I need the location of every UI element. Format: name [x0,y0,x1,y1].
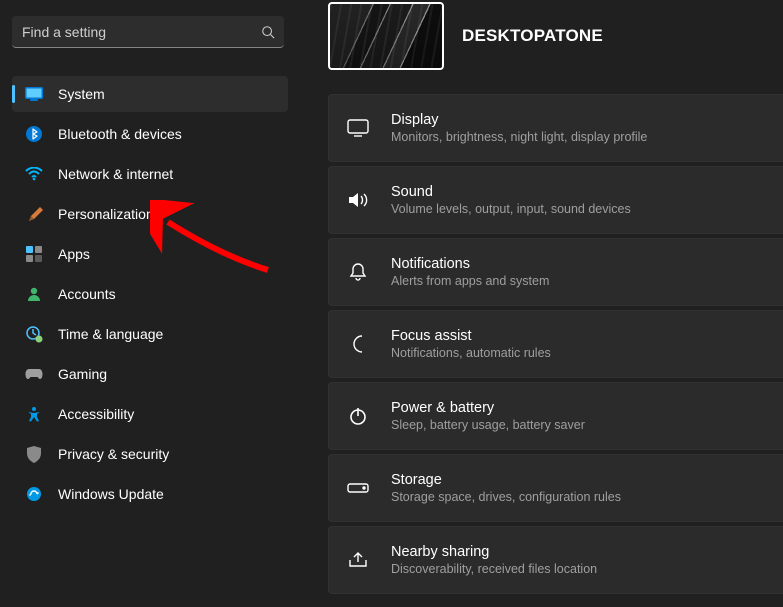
nav-label: Accessibility [58,406,134,422]
card-title: Nearby sharing [391,544,597,560]
card-texts: Notifications Alerts from apps and syste… [391,256,549,288]
wifi-icon [24,164,44,184]
sidebar: System Bluetooth & devices Network & int… [0,0,300,607]
device-name: DESKTOPATONE [462,26,603,46]
nav-label: Accounts [58,286,116,302]
bell-icon [345,259,371,285]
nav-windows-update[interactable]: Windows Update [12,476,288,512]
nav-label: Time & language [58,326,163,342]
card-texts: Nearby sharing Discoverability, received… [391,544,597,576]
apps-icon [24,244,44,264]
main-content: DESKTOPATONE Display Monitors, brightnes… [300,0,783,607]
shield-icon [24,444,44,464]
card-notifications[interactable]: Notifications Alerts from apps and syste… [328,238,783,306]
power-icon [345,403,371,429]
card-title: Storage [391,472,621,488]
nav-personalization[interactable]: Personalization [12,196,288,232]
clock-globe-icon [24,324,44,344]
card-power-battery[interactable]: Power & battery Sleep, battery usage, ba… [328,382,783,450]
card-display[interactable]: Display Monitors, brightness, night ligh… [328,94,783,162]
nav-label: Privacy & security [58,446,169,462]
moon-icon [345,331,371,357]
card-subtitle: Sleep, battery usage, battery saver [391,418,585,432]
display-icon [345,115,371,141]
search-icon [252,16,284,48]
nav-label: Apps [58,246,90,262]
card-title: Display [391,112,647,128]
nav-label: System [58,86,105,102]
card-sound[interactable]: Sound Volume levels, output, input, soun… [328,166,783,234]
card-subtitle: Alerts from apps and system [391,274,549,288]
sound-icon [345,187,371,213]
system-icon [24,84,44,104]
storage-icon [345,475,371,501]
card-texts: Sound Volume levels, output, input, soun… [391,184,631,216]
card-title: Focus assist [391,328,551,344]
card-texts: Focus assist Notifications, automatic ru… [391,328,551,360]
card-focus-assist[interactable]: Focus assist Notifications, automatic ru… [328,310,783,378]
nav-label: Personalization [58,206,154,222]
card-subtitle: Notifications, automatic rules [391,346,551,360]
nav-system[interactable]: System [12,76,288,112]
paintbrush-icon [24,204,44,224]
card-texts: Storage Storage space, drives, configura… [391,472,621,504]
settings-card-list: Display Monitors, brightness, night ligh… [300,94,783,594]
card-subtitle: Monitors, brightness, night light, displ… [391,130,647,144]
nav-accessibility[interactable]: Accessibility [12,396,288,432]
nav-privacy[interactable]: Privacy & security [12,436,288,472]
nav-time-language[interactable]: Time & language [12,316,288,352]
card-storage[interactable]: Storage Storage space, drives, configura… [328,454,783,522]
search-input[interactable] [12,16,252,47]
person-icon [24,284,44,304]
nav-accounts[interactable]: Accounts [12,276,288,312]
search-box[interactable] [12,16,284,48]
nav-gaming[interactable]: Gaming [12,356,288,392]
card-texts: Power & battery Sleep, battery usage, ba… [391,400,585,432]
nav-label: Windows Update [58,486,164,502]
nav-label: Bluetooth & devices [58,126,182,142]
nav-label: Gaming [58,366,107,382]
desktop-thumbnail[interactable] [328,2,444,70]
nav-network[interactable]: Network & internet [12,156,288,192]
nav-label: Network & internet [58,166,173,182]
card-nearby-sharing[interactable]: Nearby sharing Discoverability, received… [328,526,783,594]
card-title: Notifications [391,256,549,272]
nav-list: System Bluetooth & devices Network & int… [12,76,288,516]
share-icon [345,547,371,573]
card-subtitle: Storage space, drives, configuration rul… [391,490,621,504]
bluetooth-icon [24,124,44,144]
nav-apps[interactable]: Apps [12,236,288,272]
card-title: Power & battery [391,400,585,416]
update-icon [24,484,44,504]
card-subtitle: Volume levels, output, input, sound devi… [391,202,631,216]
device-header: DESKTOPATONE [300,2,783,94]
card-subtitle: Discoverability, received files location [391,562,597,576]
nav-bluetooth[interactable]: Bluetooth & devices [12,116,288,152]
accessibility-icon [24,404,44,424]
card-title: Sound [391,184,631,200]
card-texts: Display Monitors, brightness, night ligh… [391,112,647,144]
gamepad-icon [24,364,44,384]
